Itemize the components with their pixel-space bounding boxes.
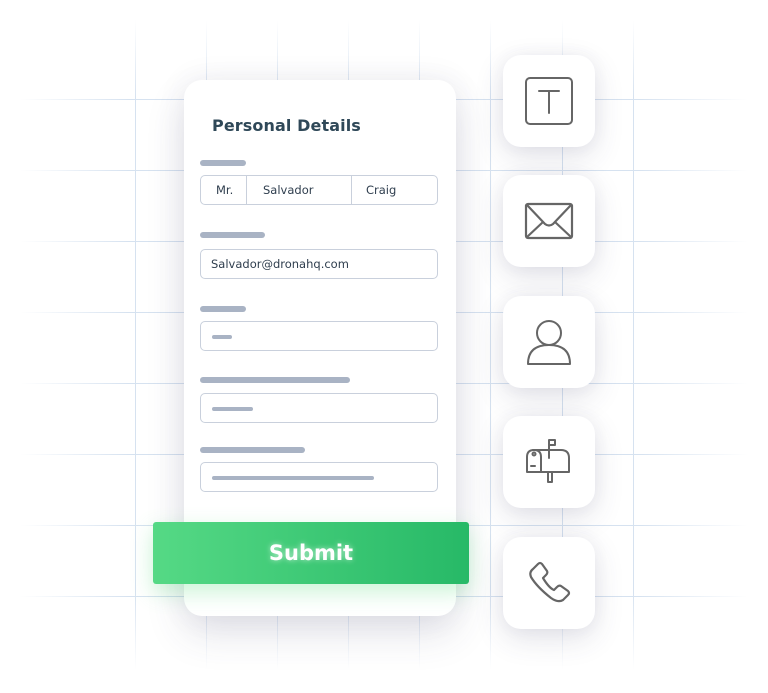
mailbox-icon [526,439,570,483]
field4-label-placeholder [200,377,350,383]
last-name-field[interactable]: Craig [352,176,437,204]
user-tile[interactable] [503,296,595,388]
grid-line [633,20,634,670]
grid-line [135,20,136,670]
field5-placeholder [212,476,374,480]
name-field-group: Mr. Salvador Craig [200,175,438,205]
field5-input[interactable] [200,462,438,492]
email-tile[interactable] [503,175,595,267]
email-field[interactable]: Salvador@dronahq.com [200,249,438,279]
grid-line [490,20,491,670]
phone-icon [529,561,571,603]
field5-label-placeholder [200,447,305,453]
phone-tile[interactable] [503,537,595,629]
form-title: Personal Details [212,116,361,135]
user-icon [527,320,571,365]
email-value: Salvador@dronahq.com [211,257,349,271]
salutation-field[interactable]: Mr. [201,176,247,204]
field3-input[interactable] [200,321,438,351]
first-name-field[interactable]: Salvador [247,176,352,204]
email-icon [524,202,574,240]
field3-placeholder [212,335,232,339]
submit-button[interactable]: Submit [153,522,469,584]
email-label-placeholder [200,232,265,238]
first-name-value: Salvador [263,183,314,197]
field4-placeholder [212,407,253,411]
field3-label-placeholder [200,306,246,312]
salutation-value: Mr. [216,183,234,197]
text-field-icon [525,77,573,125]
text-field-tile[interactable] [503,55,595,147]
field4-input[interactable] [200,393,438,423]
name-label-placeholder [200,160,246,166]
mailbox-tile[interactable] [503,416,595,508]
last-name-value: Craig [366,183,397,197]
